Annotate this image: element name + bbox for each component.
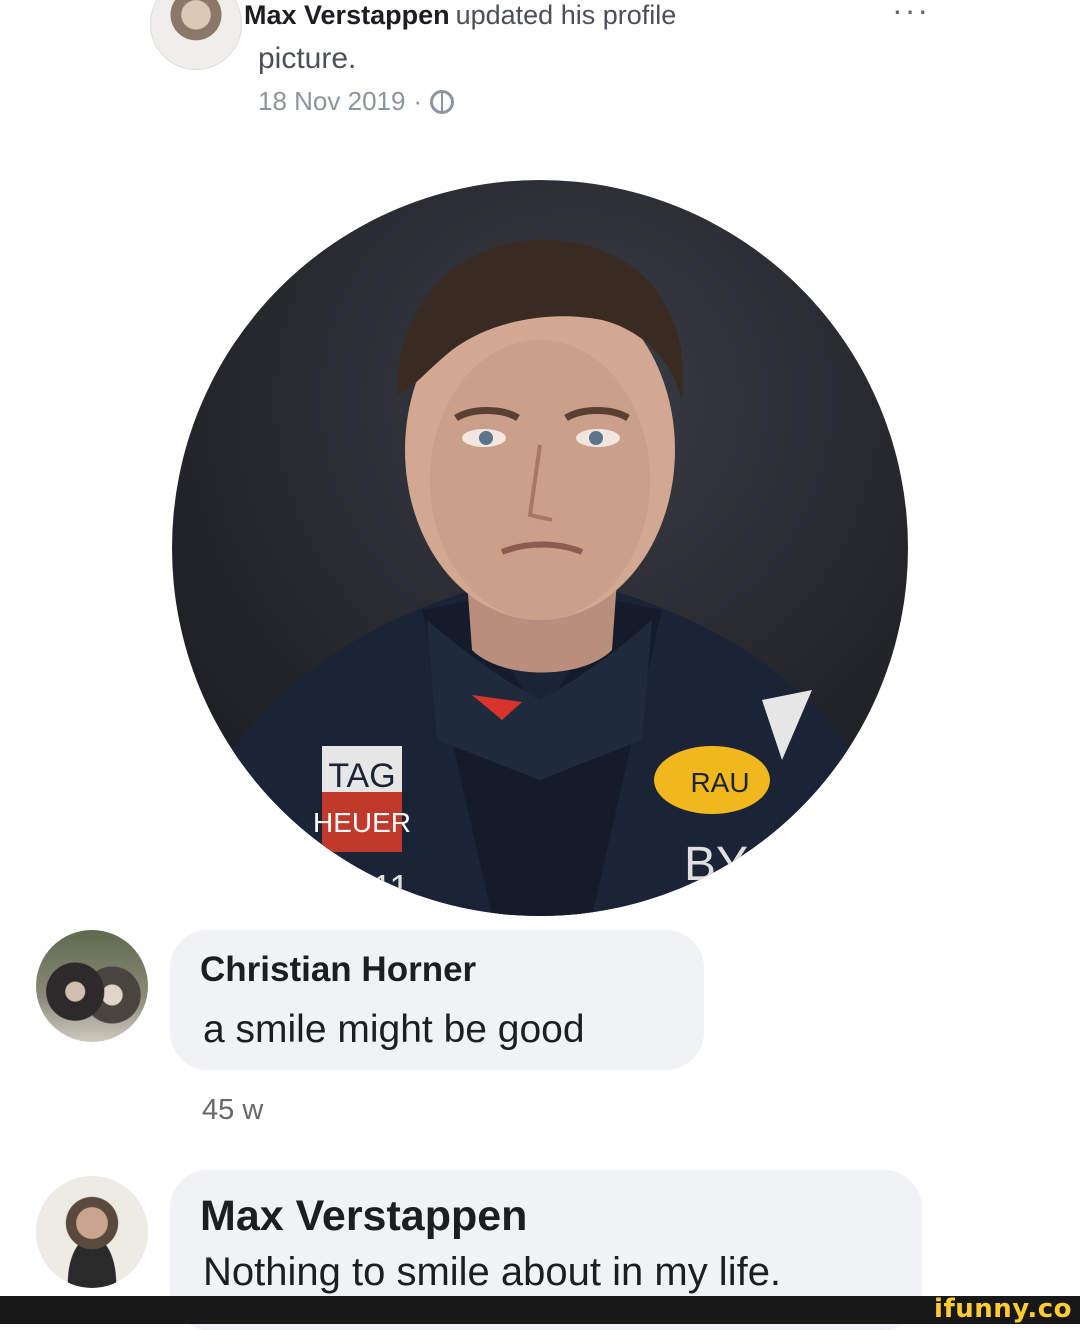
post-action-continued: picture. (258, 42, 357, 75)
post-meta: 18 Nov 2019 · (258, 86, 455, 117)
comment-text: Nothing to smile about in my life. (203, 1250, 782, 1294)
post-headline: Max Verstappen updated his profile (244, 0, 676, 30)
comment-text: a smile might be good (203, 1008, 585, 1051)
patch-tag-label: TAG (328, 757, 395, 795)
post-author-name[interactable]: Max Verstappen (244, 0, 450, 30)
meta-separator: · (413, 86, 423, 116)
comment-bubble: Christian Horner a smile might be good (170, 930, 704, 1070)
footer-bar: ifunny.co (0, 1294, 1080, 1324)
commenter-avatar[interactable] (36, 930, 148, 1042)
ifunny-watermark: ifunny.co (934, 1294, 1072, 1324)
comment-max: Max Verstappen Nothing to smile about in… (0, 1170, 1080, 1330)
comment-timestamp[interactable]: 45 w (202, 1094, 263, 1127)
patch-heuer-label: HEUER (313, 807, 411, 838)
post-action-text: updated his profile (455, 0, 677, 30)
commenter-name[interactable]: Christian Horner (200, 950, 476, 990)
suit-number-label: 11 (372, 867, 409, 908)
author-avatar[interactable] (150, 0, 242, 70)
commenter-name[interactable]: Max Verstappen (200, 1192, 527, 1241)
post-date[interactable]: 18 Nov 2019 (258, 86, 405, 117)
profile-photo[interactable]: TAG HEUER RAU BY 11 (172, 180, 908, 916)
patch-byd-label: BY (684, 838, 748, 891)
post-header: Max Verstappen updated his profile pictur… (0, 0, 1080, 130)
more-options-icon[interactable]: ··· (892, 0, 930, 29)
comment-christian: Christian Horner a smile might be good 4… (0, 930, 1080, 1130)
patch-rau-label: RAU (690, 767, 749, 798)
profile-photo-image: TAG HEUER RAU BY 11 (172, 239, 908, 916)
globe-icon (430, 89, 455, 114)
commenter-avatar[interactable] (36, 1176, 148, 1288)
